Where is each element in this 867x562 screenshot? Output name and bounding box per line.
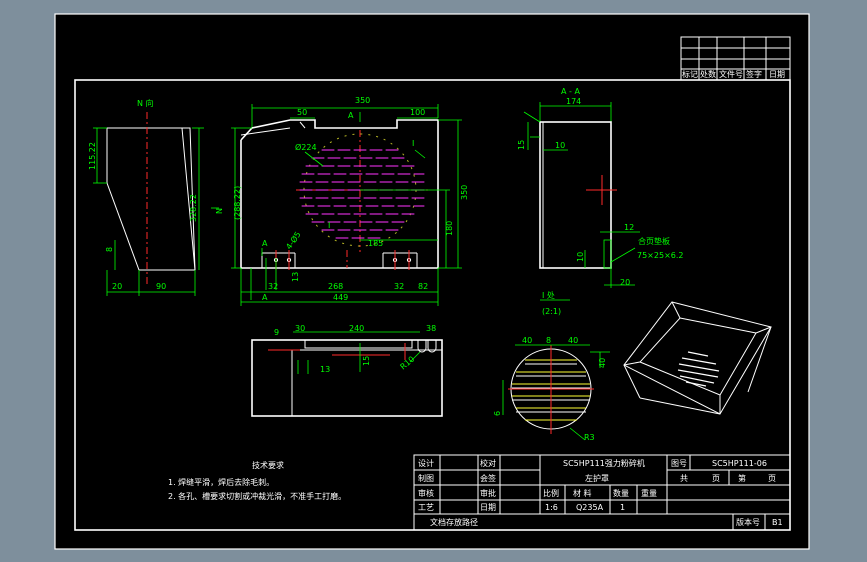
tb-material: Q235A — [576, 503, 604, 512]
dim-c-r3: R3 — [584, 433, 595, 442]
dim-w-32b: 32 — [394, 282, 404, 291]
rev-header-count: 处数 — [700, 69, 716, 79]
n-arrow-label: N — [215, 208, 224, 214]
dim-w-449: 449 — [333, 293, 348, 302]
tb-weight-label: 重量 — [641, 488, 657, 498]
tb-doc-path: 文档存放路径 — [430, 517, 478, 527]
dim-c-40b: 40 — [568, 336, 578, 345]
dim-w-82: 82 — [418, 282, 428, 291]
hinge-label: 合页垫板 — [638, 236, 670, 246]
aa-label: A - A — [561, 87, 580, 96]
tb-qty: 1 — [620, 503, 625, 512]
dim-aa-174: 174 — [566, 97, 581, 106]
dim-dia-224: Ø224 — [295, 142, 317, 152]
tb-check: 校对 — [480, 458, 496, 468]
tb-product: SC5HP111强力粉碎机 — [563, 458, 645, 468]
tb-drawing-no: SC5HP111-06 — [712, 459, 767, 468]
section-mark-i-lower: I — [328, 221, 330, 230]
dim-aa-10b: 10 — [576, 252, 585, 262]
dim-w-32a: 32 — [268, 282, 278, 291]
tb-draw: 制图 — [418, 473, 434, 483]
dim-bot-15: 15 — [362, 356, 371, 366]
notes-line-1: 1. 焊缝平滑，焊后去除毛刺。 — [168, 477, 274, 487]
rev-header-file: 文件号 — [719, 69, 743, 79]
rev-header-date: 日期 — [769, 70, 785, 79]
tb-design: 设计 — [418, 458, 434, 468]
tb-process: 工艺 — [418, 503, 434, 512]
dim-bot-38: 38 — [426, 324, 436, 333]
tb-standard: 会签 — [480, 473, 496, 483]
dim-13: 13 — [291, 272, 300, 282]
tb-approve: 审批 — [480, 488, 496, 498]
dim-h-288: (288.22) — [233, 186, 242, 220]
section-a-top-label: A — [348, 111, 354, 120]
dim-n-20: 20 — [112, 282, 122, 291]
dim-aa-15: 15 — [517, 140, 526, 150]
cad-drawing-canvas: 标记 处数 文件号 签字 日期 N 向 115.22 328.22 20 90 … — [54, 13, 810, 550]
tb-material-label: 材 料 — [573, 488, 592, 498]
tb-review: 审核 — [418, 488, 434, 498]
dim-top-350: 350 — [355, 96, 370, 105]
sheet-background — [54, 13, 810, 550]
tb-qty-label: 数量 — [613, 488, 629, 498]
dim-c-40a: 40 — [522, 336, 532, 345]
dim-w-268: 268 — [328, 282, 343, 291]
hinge-size: 75×25×6.2 — [637, 251, 684, 260]
notes-title: 技术要求 — [252, 460, 284, 470]
dim-top-100: 100 — [410, 108, 425, 117]
dim-n-8: 8 — [105, 247, 114, 252]
dim-h-350: 350 — [460, 185, 469, 200]
tb-drawing-no-label: 图号 — [671, 459, 687, 468]
dim-top-50: 50 — [297, 108, 307, 117]
dim-n-90: 90 — [156, 282, 166, 291]
tb-scale-label: 比例 — [543, 488, 559, 498]
dim-bot-240: 240 — [349, 324, 364, 333]
dim-bot-9: 9 — [274, 328, 279, 337]
dim-n-115: 115.22 — [88, 142, 97, 170]
section-mark-i: I — [412, 139, 414, 148]
tb-version: B1 — [772, 518, 783, 527]
tb-scale: 1:6 — [545, 503, 558, 512]
dim-c-40c: 40 — [598, 358, 607, 368]
tb-sheet-pages: 页 — [768, 474, 776, 483]
tb-part: 左护罩 — [585, 473, 609, 483]
section-a-bottom-label: A — [262, 293, 268, 302]
dim-bot-13: 13 — [320, 365, 330, 374]
detail-label: I 处 — [542, 290, 555, 300]
tb-pages: 页 — [712, 474, 720, 483]
dim-c-8: 8 — [546, 336, 551, 345]
n-view-label: N 向 — [137, 98, 154, 108]
dim-aa-12: 12 — [624, 223, 634, 232]
dim-aa-20: 20 — [620, 278, 630, 287]
dim-h-180: 180 — [445, 221, 454, 236]
detail-scale: (2:1) — [542, 307, 561, 316]
notes-line-2: 2. 各孔、槽要求切割或冲裁光滑，不准手工打磨。 — [168, 491, 346, 501]
rev-header-mark: 标记 — [682, 69, 698, 79]
tb-sheet: 第 — [738, 473, 746, 483]
dim-aa-10: 10 — [555, 141, 565, 150]
section-a-left-label: A — [262, 239, 268, 248]
dim-n-328: 328.22 — [189, 194, 198, 222]
rev-header-sign: 签字 — [746, 69, 762, 79]
tb-date: 日期 — [480, 503, 496, 512]
tb-version-label: 版本号 — [736, 517, 760, 527]
tb-total: 共 — [680, 474, 688, 483]
dim-c-6: 6 — [493, 411, 502, 416]
dim-bot-30: 30 — [295, 324, 305, 333]
